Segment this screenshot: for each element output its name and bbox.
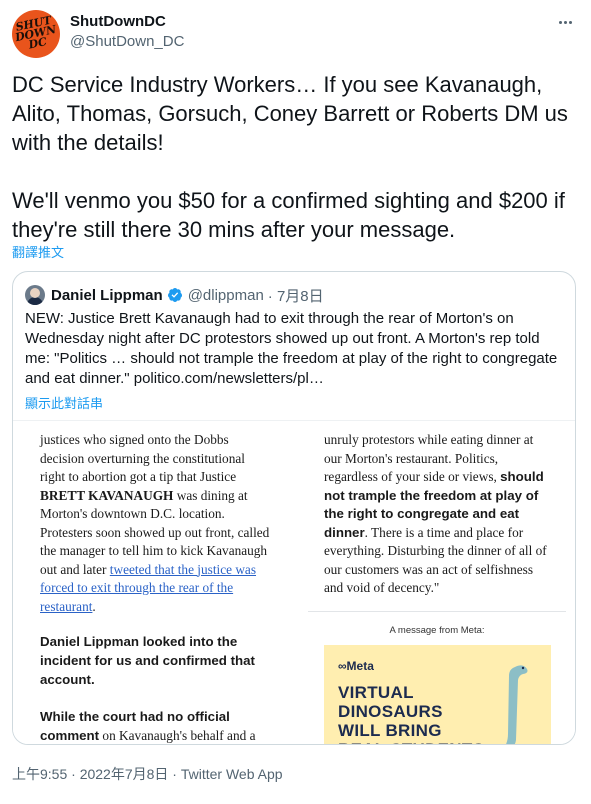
article-paragraph: unruly protestors while eating dinner at… — [324, 432, 547, 595]
article-screenshot-image[interactable]: justices who signed onto the Dobbs decis… — [13, 420, 575, 744]
author-handle[interactable]: @ShutDown_DC — [70, 33, 184, 50]
verified-badge-icon — [167, 288, 182, 302]
article-paragraph: justices who signed onto the Dobbs decis… — [40, 432, 270, 614]
tweet-paragraph: We'll venmo you $50 for a confirmed sigh… — [12, 188, 565, 242]
translate-tweet-link[interactable]: 翻譯推文 — [12, 242, 64, 261]
tweet-text: DC Service Industry Workers… If you see … — [12, 70, 584, 244]
avatar-logo-text: SHUT DOWN DC — [14, 13, 58, 52]
article-divider — [308, 611, 566, 612]
meta-logo-icon: ∞Meta — [338, 659, 374, 673]
more-options-icon[interactable] — [553, 10, 577, 34]
ad-headline: VIRTUAL DINOSAURS WILL BRING REAL STUDEN… — [338, 683, 484, 744]
tweet-header: SHUT DOWN DC ShutDownDC @ShutDown_DC — [12, 8, 579, 58]
tweet-paragraph: DC Service Industry Workers… If you see … — [12, 72, 568, 155]
tweet-timestamp[interactable]: 上午9:55 · 2022年7月8日 · Twitter Web App — [12, 764, 283, 784]
quoted-author-name[interactable]: Daniel Lippman — [51, 287, 163, 304]
author-avatar[interactable]: SHUT DOWN DC — [12, 10, 60, 58]
article-left-column: justices who signed onto the Dobbs decis… — [40, 431, 270, 744]
quoted-tweet-header: Daniel Lippman @dlippman · 7月8日 — [25, 284, 324, 306]
show-thread-link[interactable]: 顯示此對話串 — [25, 393, 103, 412]
quoted-author-handle[interactable]: @dlippman — [188, 287, 264, 304]
author-name[interactable]: ShutDownDC — [70, 13, 166, 30]
meta-advertisement: ∞Meta VIRTUAL DINOSAURS WILL BRING REAL … — [324, 645, 551, 744]
ad-label: A message from Meta: — [389, 625, 485, 636]
article-paragraph: Daniel Lippman looked into the incident … — [40, 634, 255, 687]
article-paragraph: While the court had no official comment … — [40, 709, 256, 743]
quoted-tweet-text: NEW: Justice Brett Kavanaugh had to exit… — [25, 310, 558, 387]
quoted-author-avatar[interactable] — [25, 285, 45, 305]
dinosaur-illustration — [506, 665, 528, 744]
quoted-tweet-date[interactable]: · 7月8日 — [268, 285, 324, 306]
quoted-tweet[interactable]: Daniel Lippman @dlippman · 7月8日 NEW: Jus… — [12, 271, 576, 745]
article-right-column: unruly protestors while eating dinner at… — [324, 431, 549, 598]
